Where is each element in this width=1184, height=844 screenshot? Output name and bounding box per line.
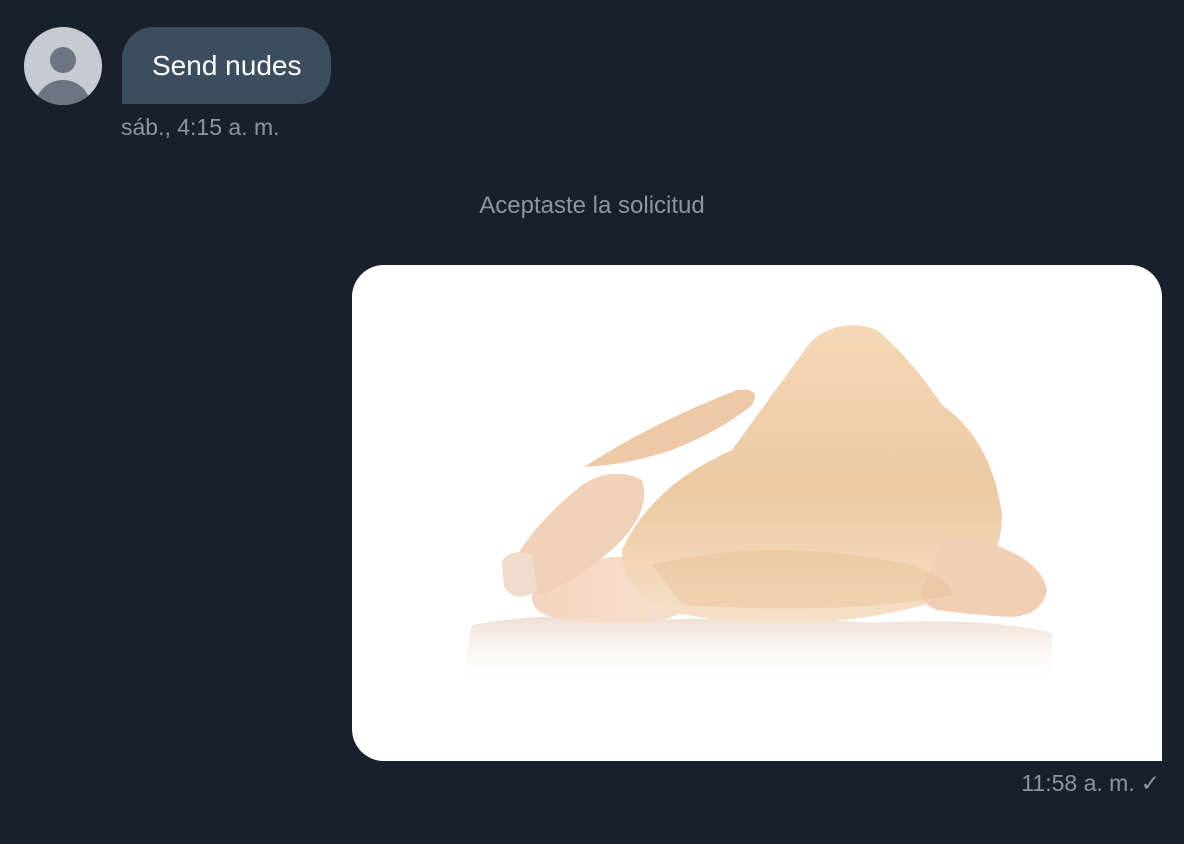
raw-chicken-photo (462, 325, 1052, 689)
outgoing-photo-message[interactable] (352, 265, 1162, 761)
request-accepted-note: Aceptaste la solicitud (479, 192, 705, 219)
user-silhouette-icon (36, 47, 90, 105)
sender-avatar[interactable] (24, 27, 102, 105)
checkmark-icon: ✓ (1140, 770, 1160, 796)
outgoing-message-timestamp: 11:58 a. m. ✓ (1021, 770, 1160, 797)
incoming-message-bubble[interactable]: Send nudes (122, 27, 332, 104)
incoming-message-timestamp: sáb., 4:15 a. m. (121, 114, 280, 140)
chat-thread: Send nudes sáb., 4:15 a. m. Aceptaste la… (0, 0, 1184, 844)
outgoing-time-label: 11:58 a. m. (1021, 770, 1135, 796)
